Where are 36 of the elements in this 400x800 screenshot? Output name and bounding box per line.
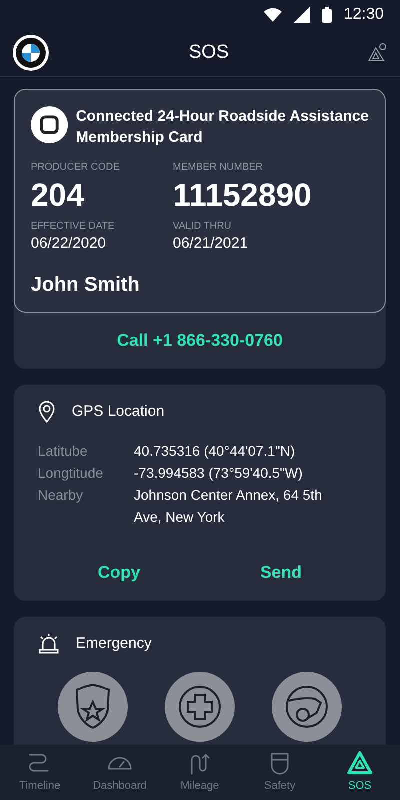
card-holder-name: John Smith bbox=[31, 273, 141, 298]
location-value: Johnson Center Annex, 64 5th Ave, New York bbox=[134, 486, 324, 526]
field-value: 06/22/2020 bbox=[31, 234, 108, 254]
square-logo-icon bbox=[31, 106, 68, 144]
field-label: VALID THRU bbox=[173, 220, 233, 234]
field-value: 06/21/2021 bbox=[173, 234, 250, 254]
location-label: Longtitude bbox=[38, 464, 104, 483]
battery-icon bbox=[322, 7, 332, 23]
field-value: 11152890 bbox=[173, 176, 313, 215]
call-button[interactable]: Call +1 866-330-0760 bbox=[14, 313, 386, 369]
location-value: 40.735316 (40°44'07.1"N) bbox=[134, 442, 296, 461]
car-brand-logo-icon[interactable] bbox=[12, 34, 50, 72]
location-action-button[interactable]: Copy bbox=[82, 556, 156, 589]
medical-cross-icon bbox=[178, 684, 222, 728]
field-label: PRODUCER CODE bbox=[31, 161, 121, 175]
nav-tab[interactable]: SOS bbox=[320, 745, 400, 800]
page-title: SOS bbox=[188, 40, 230, 65]
emergency-title: Emergency bbox=[76, 634, 152, 654]
location-value: -73.994583 (73°59'40.5"W) bbox=[134, 464, 304, 483]
car-crash-icon bbox=[285, 684, 329, 728]
location-label: Nearby bbox=[38, 486, 84, 505]
location-label: Latitube bbox=[38, 442, 89, 460]
card-title: Connected 24-Hour Roadside Assistance Membership Card bbox=[76, 107, 369, 148]
status-time: 12:30 bbox=[344, 5, 384, 25]
warning-settings-icon[interactable] bbox=[368, 43, 388, 63]
police-badge-icon bbox=[73, 684, 113, 730]
location-pin-icon bbox=[38, 401, 56, 424]
field-label: EFFECTIVE DATE bbox=[31, 220, 116, 234]
location-action-button[interactable]: Send bbox=[244, 556, 318, 589]
signal-icon bbox=[294, 7, 310, 23]
siren-icon bbox=[38, 634, 60, 654]
gps-title: GPS Location bbox=[72, 402, 165, 422]
sos-icon bbox=[346, 750, 374, 776]
field-value: 204 bbox=[31, 176, 86, 215]
field-label: MEMBER NUMBER bbox=[173, 161, 264, 175]
wifi-icon bbox=[264, 8, 282, 22]
